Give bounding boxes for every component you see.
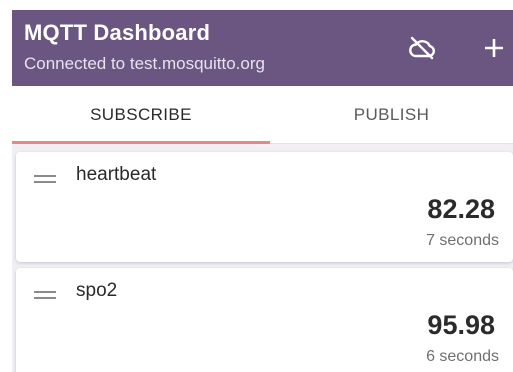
add-icon[interactable] [476, 30, 512, 66]
connection-status: Connected to test.mosquitto.org [24, 54, 265, 73]
app-bar: MQTT Dashboard Connected to test.mosquit… [12, 10, 513, 86]
tab-subscribe[interactable]: SUBSCRIBE [12, 86, 270, 144]
topic-value: 95.98 [427, 310, 495, 340]
last-update-age: 7 seconds [426, 232, 499, 249]
cloud-off-icon[interactable] [404, 30, 440, 66]
topic-name: spo2 [76, 280, 118, 301]
topic-value: 82.28 [427, 194, 495, 224]
last-update-age: 6 seconds [426, 348, 499, 365]
tab-publish[interactable]: PUBLISH [270, 86, 513, 144]
app-title: MQTT Dashboard [24, 20, 211, 45]
topic-name: heartbeat [76, 164, 157, 185]
active-tab-indicator [12, 141, 270, 144]
subscription-card[interactable]: spo2 95.98 6 seconds [16, 268, 513, 372]
drag-handle-icon[interactable] [34, 174, 56, 184]
subscription-card[interactable]: heartbeat 82.28 7 seconds [16, 152, 513, 262]
drag-handle-icon[interactable] [34, 290, 56, 300]
app-screen: MQTT Dashboard Connected to test.mosquit… [12, 10, 513, 372]
tab-bar: SUBSCRIBE PUBLISH [12, 86, 513, 144]
